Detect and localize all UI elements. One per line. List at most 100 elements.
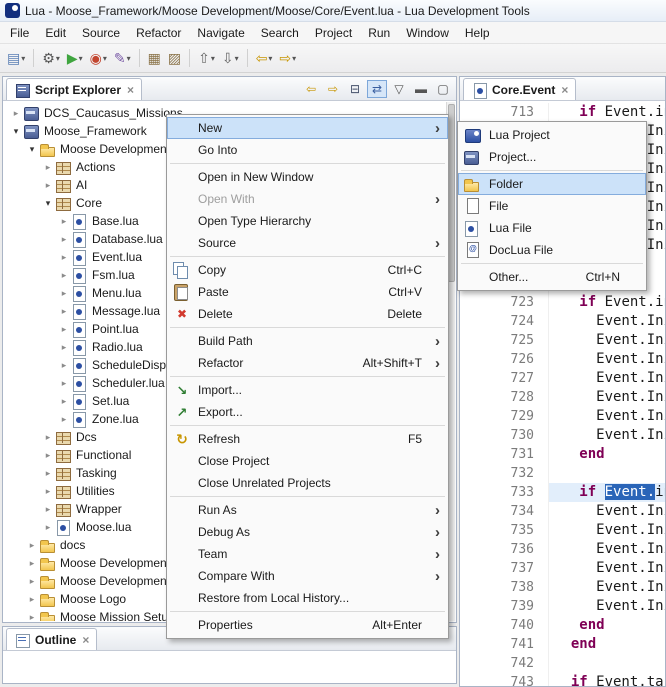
open-task-button[interactable]: ✎▾ [111, 46, 134, 70]
expand-arrow-icon[interactable]: ▸ [58, 216, 70, 227]
previous-annotation-button[interactable]: ⇧▾ [195, 46, 218, 70]
link-with-editor-button[interactable]: ⇄ [367, 80, 387, 98]
external-tools-button[interactable]: ⚙▾ [39, 46, 63, 70]
code-line-723[interactable]: 723 if Event.initiator then [460, 293, 665, 312]
expand-arrow-icon[interactable]: ▸ [26, 576, 38, 587]
forward-button[interactable]: ⇨ [323, 80, 343, 98]
close-icon[interactable]: × [82, 633, 89, 647]
code-line-740[interactable]: 740 end [460, 616, 665, 635]
menu-item-delete[interactable]: ✖DeleteDelete [167, 303, 448, 325]
menu-item-restore-from-local-history[interactable]: Restore from Local History... [167, 587, 448, 609]
expand-arrow-icon[interactable]: ▸ [58, 396, 70, 407]
menu-item-build-path[interactable]: Build Path› [167, 330, 448, 352]
collapse-arrow-icon[interactable]: ▾ [26, 144, 38, 155]
menu-item-team[interactable]: Team› [167, 543, 448, 565]
menu-item-debug-as[interactable]: Debug As› [167, 521, 448, 543]
code-line-736[interactable]: 736 Event.IniUnitName = Event.IniDCSUnit… [460, 540, 665, 559]
new-table-button[interactable]: ▦ [145, 46, 164, 70]
expand-arrow-icon[interactable]: ▸ [42, 450, 54, 461]
back-button[interactable]: ⇦ [301, 80, 321, 98]
menu-edit[interactable]: Edit [37, 23, 74, 43]
expand-arrow-icon[interactable]: ▸ [58, 378, 70, 389]
code-line-737[interactable]: 737 Event.IniUnit = UNIT:FindByName( Eve… [460, 559, 665, 578]
menu-help[interactable]: Help [457, 23, 498, 43]
expand-arrow-icon[interactable]: ▸ [42, 486, 54, 497]
code-line-713[interactable]: 713 if Event.initiator then [460, 103, 665, 122]
menu-item-file[interactable]: File [458, 195, 646, 217]
menu-project[interactable]: Project [307, 23, 360, 43]
run-button[interactable]: ▶▾ [64, 46, 86, 70]
scrollbar-thumb[interactable] [448, 104, 455, 282]
menu-item-copy[interactable]: CopyCtrl+C [167, 259, 448, 281]
expand-arrow-icon[interactable]: ▸ [42, 504, 54, 515]
expand-arrow-icon[interactable]: ▸ [58, 288, 70, 299]
code-line-730[interactable]: 730 Event.IniGroupName = Event.IniDCSGro… [460, 426, 665, 445]
code-line-739[interactable]: 739 Event.IniGroupName = Event.IniDCSGro… [460, 597, 665, 616]
menu-item-open-with[interactable]: Open With› [167, 188, 448, 210]
menu-refactor[interactable]: Refactor [128, 23, 189, 43]
menu-item-compare-with[interactable]: Compare With› [167, 565, 448, 587]
expand-arrow-icon[interactable]: ▸ [58, 306, 70, 317]
menu-item-source[interactable]: Source› [167, 232, 448, 254]
expand-arrow-icon[interactable]: ▸ [26, 612, 38, 622]
code-line-742[interactable]: 742 [460, 654, 665, 673]
menu-item-open-in-new-window[interactable]: Open in New Window [167, 166, 448, 188]
tab-script-explorer[interactable]: Script Explorer × [6, 78, 142, 100]
minimize-button[interactable]: ▬ [411, 80, 431, 98]
tab-outline[interactable]: Outline × [6, 628, 97, 650]
menu-item-paste[interactable]: PasteCtrl+V [167, 281, 448, 303]
menu-run[interactable]: Run [360, 23, 398, 43]
new-wizard-button[interactable]: ▤▾ [4, 46, 28, 70]
code-line-734[interactable]: 734 Event.IniDCSUnit = Event.initiator [460, 502, 665, 521]
menu-window[interactable]: Window [398, 23, 457, 43]
expand-arrow-icon[interactable]: ▸ [58, 342, 70, 353]
menu-item-lua-project[interactable]: Lua Project [458, 124, 646, 146]
menu-item-import[interactable]: ↘Import... [167, 379, 448, 401]
expand-arrow-icon[interactable]: ▸ [26, 540, 38, 551]
maximize-button[interactable]: ▢ [433, 80, 453, 98]
collapse-all-button[interactable]: ⊟ [345, 80, 365, 98]
code-line-735[interactable]: 735 Event.IniDCSUnitName = Event.IniDCSU… [460, 521, 665, 540]
code-line-724[interactable]: 724 Event.IniDCSUnit = Event.initiator [460, 312, 665, 331]
expand-arrow-icon[interactable]: ▸ [58, 252, 70, 263]
expand-arrow-icon[interactable]: ▸ [42, 522, 54, 533]
next-annotation-button[interactable]: ⇩▾ [219, 46, 242, 70]
menu-item-project[interactable]: Project... [458, 146, 646, 168]
code-line-726[interactable]: 726 Event.IniUnitName = Event.IniDCSUnit… [460, 350, 665, 369]
code-line-738[interactable]: 738 Event.IniDCSGroup = Event.IniDCSUnit… [460, 578, 665, 597]
code-line-733[interactable]: 733 if Event.initiator then [460, 483, 665, 502]
menu-item-new[interactable]: New› [167, 117, 448, 139]
menu-item-other[interactable]: Other...Ctrl+N [458, 266, 646, 288]
menu-search[interactable]: Search [253, 23, 307, 43]
code-line-727[interactable]: 727 Event.IniUnit = UNIT:FindByName( Eve… [460, 369, 665, 388]
menu-file[interactable]: File [2, 23, 37, 43]
code-line-743[interactable]: 743 if Event.target then [460, 673, 665, 686]
back-button[interactable]: ⇦▾ [253, 46, 276, 70]
collapse-arrow-icon[interactable]: ▾ [10, 126, 22, 137]
menu-item-export[interactable]: ↗Export... [167, 401, 448, 423]
code-line-731[interactable]: 731 end [460, 445, 665, 464]
toggle-grid-button[interactable]: ▨ [165, 46, 184, 70]
menu-item-refresh[interactable]: ↻RefreshF5 [167, 428, 448, 450]
close-icon[interactable]: × [561, 83, 568, 97]
expand-arrow-icon[interactable]: ▸ [58, 414, 70, 425]
code-line-725[interactable]: 725 Event.IniDCSUnitName = Event.IniDCSU… [460, 331, 665, 350]
menu-item-open-type-hierarchy[interactable]: Open Type Hierarchy [167, 210, 448, 232]
menu-item-close-unrelated-projects[interactable]: Close Unrelated Projects [167, 472, 448, 494]
menu-item-close-project[interactable]: Close Project [167, 450, 448, 472]
expand-arrow-icon[interactable]: ▸ [42, 432, 54, 443]
expand-arrow-icon[interactable]: ▸ [42, 180, 54, 191]
menu-item-doclua-file[interactable]: DocLua File [458, 239, 646, 261]
code-line-728[interactable]: 728 Event.IniDCSGroup = Event.IniDCSUnit… [460, 388, 665, 407]
menu-navigate[interactable]: Navigate [189, 23, 252, 43]
code-line-741[interactable]: 741 end [460, 635, 665, 654]
expand-arrow-icon[interactable]: ▸ [10, 108, 22, 119]
menu-item-properties[interactable]: PropertiesAlt+Enter [167, 614, 448, 636]
expand-arrow-icon[interactable]: ▸ [58, 324, 70, 335]
expand-arrow-icon[interactable]: ▸ [58, 360, 70, 371]
expand-arrow-icon[interactable]: ▸ [26, 558, 38, 569]
code-line-732[interactable]: 732 [460, 464, 665, 483]
tab-core-event[interactable]: Core.Event × [463, 78, 576, 100]
menu-item-go-into[interactable]: Go Into [167, 139, 448, 161]
expand-arrow-icon[interactable]: ▸ [58, 270, 70, 281]
